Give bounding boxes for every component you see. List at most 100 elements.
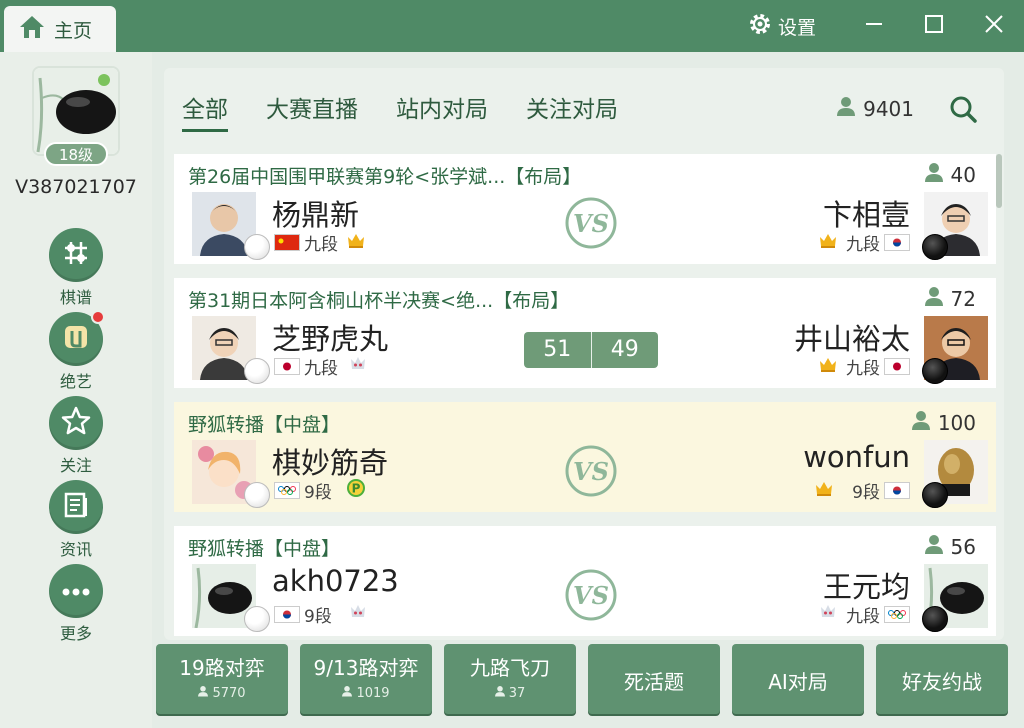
viewer-count-value: 40 xyxy=(950,162,976,187)
person-icon xyxy=(837,96,856,121)
sidebar: 18级 V387021707 棋谱 绝艺 关注 资讯 更多 xyxy=(0,52,152,728)
vs-icon: VS xyxy=(564,444,618,498)
life-death-problems-button[interactable]: 死活题 xyxy=(588,644,720,714)
title-bar: 主页 设置 xyxy=(0,0,1024,52)
level-badge: 18级 xyxy=(44,142,108,166)
player-info: 九段 xyxy=(818,602,910,627)
crown-icon xyxy=(346,231,366,254)
nine-line-flying-knife-button[interactable]: 九路飞刀 37 xyxy=(444,644,576,714)
player-rank: 九段 xyxy=(304,359,338,379)
button-label: 九路飞刀 xyxy=(470,656,550,680)
game-card[interactable]: 野狐转播【中盘】 100 棋妙筋奇 9段 P VS wonfun 9段 xyxy=(174,402,996,512)
japan-flag-icon xyxy=(884,358,910,375)
player-name: akh0723 xyxy=(272,564,399,598)
player-rank: 九段 xyxy=(846,607,880,627)
win-rate-bar: 51 49 xyxy=(524,332,658,368)
game-card[interactable]: 第26届中国围甲联赛第9轮<张学斌...【布局】 40 杨鼎新 九段 VS 卞相… xyxy=(174,154,996,264)
search-button[interactable] xyxy=(948,94,978,128)
play-19x19-button[interactable]: 19路对弈 5770 xyxy=(156,644,288,714)
tab-all[interactable]: 全部 xyxy=(182,90,228,132)
player-name: 杨鼎新 xyxy=(272,198,360,232)
viewer-count-value: 100 xyxy=(937,410,976,435)
viewer-count: 56 xyxy=(924,534,976,559)
game-title: 第31期日本阿含桐山杯半决赛<绝...【布局】 xyxy=(188,290,570,312)
game-tabs: 全部 大赛直播 站内对局 关注对局 xyxy=(182,90,618,132)
settings-label: 设置 xyxy=(777,16,816,39)
list-scrollbar[interactable] xyxy=(996,154,1002,208)
button-label: 9/13路对弈 xyxy=(313,656,419,680)
tab-live-tournaments[interactable]: 大赛直播 xyxy=(266,90,358,132)
china-flag-icon xyxy=(274,234,300,251)
game-card[interactable]: 野狐转播【中盘】 56 akh0723 9段 VS 王元均 九段 xyxy=(174,526,996,636)
tab-followed-games[interactable]: 关注对局 xyxy=(526,90,618,132)
person-icon xyxy=(924,534,943,559)
player-rank: 9段 xyxy=(304,483,332,503)
settings-button[interactable]: 设置 xyxy=(748,12,816,41)
tab-site-games[interactable]: 站内对局 xyxy=(396,90,488,132)
star-icon xyxy=(60,405,92,441)
play-9x9-13x13-button[interactable]: 9/13路对弈 1019 xyxy=(300,644,432,714)
player-name: wonfun xyxy=(803,440,910,474)
player-rank: 九段 xyxy=(846,235,880,255)
olympic-flag-icon xyxy=(274,482,300,499)
p-badge-icon: P xyxy=(346,478,366,503)
sidebar-item-jueyi[interactable]: 绝艺 xyxy=(44,310,108,392)
white-stone-icon xyxy=(244,482,270,508)
vs-icon: VS xyxy=(564,568,618,622)
game-title: 野狐转播【中盘】 xyxy=(188,414,341,436)
player-name: 井山裕太 xyxy=(793,322,910,356)
sidebar-item-label: 更多 xyxy=(59,624,92,643)
home-tab-label: 主页 xyxy=(54,19,93,42)
game-title: 第26届中国围甲联赛第9轮<张学斌...【布局】 xyxy=(188,166,582,188)
win-rate-right: 49 xyxy=(610,337,639,362)
person-icon xyxy=(924,162,943,187)
home-icon xyxy=(18,14,46,44)
ai-game-button[interactable]: AI对局 xyxy=(732,644,864,714)
black-stone-icon xyxy=(922,482,948,508)
minimize-icon xyxy=(864,14,884,38)
friend-challenge-button[interactable]: 好友约战 xyxy=(876,644,1008,714)
bottom-action-bar: 19路对弈 5770 9/13路对弈 1019 九路飞刀 37 死活题 AI对局… xyxy=(154,644,1024,728)
maximize-icon xyxy=(924,14,944,38)
ai-robot-icon xyxy=(818,603,838,626)
person-icon xyxy=(342,685,353,701)
player-count: 5770 xyxy=(156,685,288,701)
main-panel: 全部 大赛直播 站内对局 关注对局 9401 第26届中国围甲联赛第9轮<张学斌… xyxy=(164,68,1004,640)
sidebar-item-label: 关注 xyxy=(59,456,92,475)
player-info: 9段 xyxy=(814,478,910,503)
sidebar-item-more[interactable]: 更多 xyxy=(44,564,108,644)
news-icon xyxy=(61,490,91,524)
sidebar-item-news[interactable]: 资讯 xyxy=(44,480,108,560)
button-label: AI对局 xyxy=(768,670,828,694)
maximize-button[interactable] xyxy=(904,0,964,52)
player-info: 9段 P xyxy=(274,478,366,503)
korea-flag-icon xyxy=(274,606,300,623)
player-rank: 九段 xyxy=(846,359,880,379)
viewer-count-value: 72 xyxy=(950,286,976,311)
minimize-button[interactable] xyxy=(844,0,904,52)
sidebar-item-records[interactable]: 棋谱 xyxy=(44,228,108,308)
home-tab[interactable]: 主页 xyxy=(4,6,116,52)
person-icon xyxy=(198,685,209,701)
game-card[interactable]: 第31期日本阿含桐山杯半决赛<绝...【布局】 72 芝野虎丸 九段 51 49… xyxy=(174,278,996,388)
ai-robot-icon xyxy=(348,355,368,378)
person-icon xyxy=(494,685,505,701)
person-icon xyxy=(911,410,930,435)
button-label: 好友约战 xyxy=(902,670,982,694)
white-stone-icon xyxy=(244,358,270,384)
player-name: 芝野虎丸 xyxy=(272,322,389,356)
sidebar-item-label: 棋谱 xyxy=(59,288,92,307)
korea-flag-icon xyxy=(884,482,910,499)
close-button[interactable] xyxy=(964,0,1024,52)
black-stone-icon xyxy=(922,234,948,260)
viewer-count: 100 xyxy=(911,410,976,435)
korea-flag-icon xyxy=(884,234,910,251)
player-info: 九段 xyxy=(818,354,910,379)
svg-text:VS: VS xyxy=(573,581,609,610)
viewer-count-value: 56 xyxy=(950,534,976,559)
sidebar-item-follow[interactable]: 关注 xyxy=(44,396,108,476)
win-rate-left: 51 xyxy=(524,332,592,368)
svg-text:VS: VS xyxy=(573,457,609,486)
player-info: 九段 xyxy=(274,354,368,379)
player-info: 9段 xyxy=(274,602,368,627)
